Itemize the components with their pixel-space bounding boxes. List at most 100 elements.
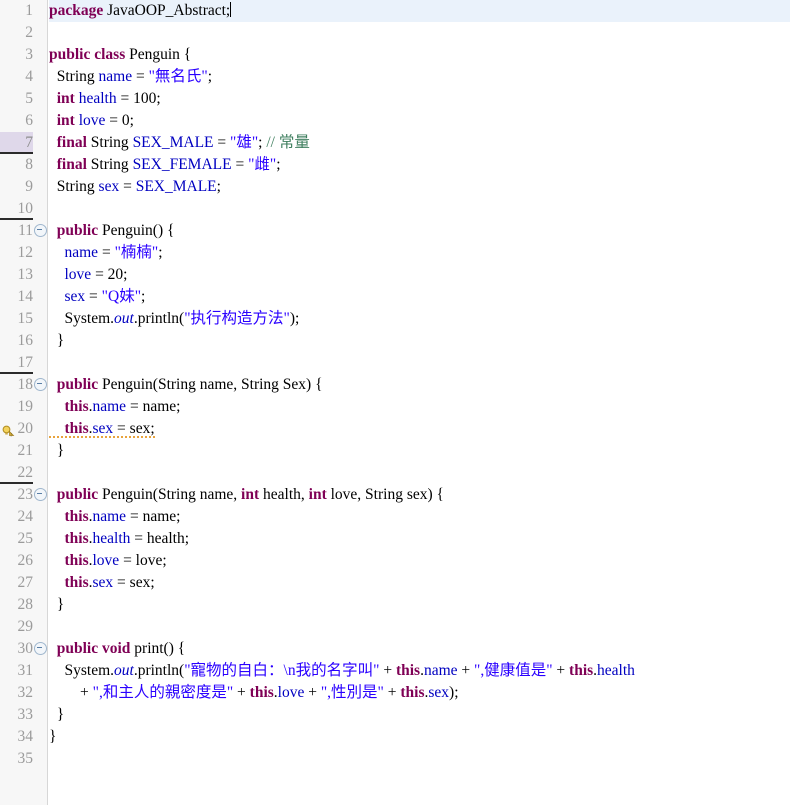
line-number[interactable]: 26: [0, 550, 34, 572]
code-text[interactable]: this.love = love;: [49, 550, 790, 572]
code-text[interactable]: package JavaOOP_Abstract;: [49, 0, 790, 22]
code-text[interactable]: System.out.println("寵物的自白：\n我的名字叫" + thi…: [49, 660, 790, 682]
code-line[interactable]: 16 }: [0, 330, 790, 352]
code-line[interactable]: 6 int love = 0;: [0, 110, 790, 132]
code-line[interactable]: 17: [0, 352, 790, 374]
line-number[interactable]: 10: [0, 198, 33, 220]
line-number[interactable]: 35: [0, 748, 34, 770]
code-text[interactable]: public class Penguin {: [49, 44, 790, 66]
code-line[interactable]: 10: [0, 198, 790, 220]
fold-minus-icon[interactable]: [34, 378, 47, 391]
code-line[interactable]: 32 + ",和主人的親密度是" + this.love + ",性別是" + …: [0, 682, 790, 704]
code-line[interactable]: 29: [0, 616, 790, 638]
line-number[interactable]: 3: [0, 44, 33, 66]
line-number[interactable]: 9: [0, 176, 33, 198]
code-text[interactable]: System.out.println("执行构造方法");: [49, 308, 790, 330]
line-number[interactable]: 16: [0, 330, 34, 352]
code-text[interactable]: }: [49, 440, 790, 462]
code-text[interactable]: this.health = health;: [49, 528, 790, 550]
line-number[interactable]: 24: [0, 506, 34, 528]
code-line[interactable]: 11 public Penguin() {: [0, 220, 790, 242]
fold-collapse-icon[interactable]: [34, 224, 47, 237]
line-number[interactable]: 11: [0, 220, 33, 242]
code-text[interactable]: int love = 0;: [49, 110, 790, 132]
code-text[interactable]: name = "楠楠";: [49, 242, 790, 264]
code-line[interactable]: 22: [0, 462, 790, 484]
code-line[interactable]: 3 public class Penguin {: [0, 44, 790, 66]
code-line[interactable]: 1 package JavaOOP_Abstract;: [0, 0, 790, 22]
line-number[interactable]: 23: [0, 484, 34, 506]
code-line[interactable]: 19 this.name = name;: [0, 396, 790, 418]
code-text[interactable]: + ",和主人的親密度是" + this.love + ",性別是" + thi…: [49, 682, 790, 704]
line-number[interactable]: 8: [0, 154, 33, 176]
line-number[interactable]: 32: [0, 682, 34, 704]
code-line[interactable]: 24 this.name = name;: [0, 506, 790, 528]
line-number[interactable]: 18: [0, 374, 34, 396]
code-text[interactable]: public Penguin(String name, String Sex) …: [49, 374, 790, 396]
code-line[interactable]: 15 System.out.println("执行构造方法");: [0, 308, 790, 330]
line-number[interactable]: 6: [0, 110, 33, 132]
fold-collapse-icon[interactable]: [34, 642, 47, 655]
code-line[interactable]: 31 System.out.println("寵物的自白：\n我的名字叫" + …: [0, 660, 790, 682]
code-line[interactable]: 5 int health = 100;: [0, 88, 790, 110]
line-number[interactable]: 31: [0, 660, 34, 682]
code-line[interactable]: 9 String sex = SEX_MALE;: [0, 176, 790, 198]
line-number[interactable]: 21: [0, 440, 34, 462]
code-line[interactable]: 14 sex = "Q妹";: [0, 286, 790, 308]
line-number[interactable]: 7: [0, 132, 33, 154]
code-text[interactable]: sex = "Q妹";: [49, 286, 790, 308]
code-line[interactable]: 2: [0, 22, 790, 44]
line-number[interactable]: 13: [0, 264, 34, 286]
code-line[interactable]: 21 }: [0, 440, 790, 462]
code-text[interactable]: public Penguin() {: [49, 220, 790, 242]
code-text[interactable]: love = 20;: [49, 264, 790, 286]
line-number[interactable]: 14: [0, 286, 34, 308]
code-line[interactable]: 8 final String SEX_FEMALE = "雌";: [0, 154, 790, 176]
code-text[interactable]: String name = "無名氏";: [49, 66, 790, 88]
code-text[interactable]: }: [49, 726, 790, 748]
code-line[interactable]: 12 name = "楠楠";: [0, 242, 790, 264]
line-number[interactable]: 25: [0, 528, 34, 550]
code-text[interactable]: final String SEX_MALE = "雄"; // 常量: [49, 132, 790, 154]
line-number[interactable]: 5: [0, 88, 33, 110]
fold-minus-icon[interactable]: [34, 642, 47, 655]
code-line[interactable]: 28 }: [0, 594, 790, 616]
code-text[interactable]: public void print() {: [49, 638, 790, 660]
code-line[interactable]: 27 this.sex = sex;: [0, 572, 790, 594]
code-text[interactable]: this.sex = sex;: [49, 418, 790, 440]
line-number[interactable]: 29: [0, 616, 34, 638]
code-text[interactable]: public Penguin(String name, int health, …: [49, 484, 790, 506]
code-line[interactable]: 20! this.sex = sex;: [0, 418, 790, 440]
code-line[interactable]: 33 }: [0, 704, 790, 726]
code-line[interactable]: 30 public void print() {: [0, 638, 790, 660]
warning-bulb-icon[interactable]: !: [2, 423, 15, 438]
line-number[interactable]: 30: [0, 638, 34, 660]
code-line[interactable]: 18 public Penguin(String name, String Se…: [0, 374, 790, 396]
code-text[interactable]: this.name = name;: [49, 396, 790, 418]
line-number[interactable]: 15: [0, 308, 34, 330]
line-number[interactable]: 22: [0, 462, 33, 484]
line-number[interactable]: 17: [0, 352, 33, 374]
line-number[interactable]: 33: [0, 704, 34, 726]
line-number[interactable]: 2: [0, 22, 33, 44]
code-text[interactable]: }: [49, 330, 790, 352]
code-line[interactable]: 35: [0, 748, 790, 770]
code-editor[interactable]: 1 package JavaOOP_Abstract; 2 3 public class…: [0, 0, 790, 805]
fold-collapse-icon[interactable]: [34, 488, 47, 501]
code-line[interactable]: 4 String name = "無名氏";: [0, 66, 790, 88]
code-line[interactable]: 13 love = 20;: [0, 264, 790, 286]
line-number[interactable]: 1: [0, 0, 33, 22]
code-text[interactable]: String sex = SEX_MALE;: [49, 176, 790, 198]
line-number[interactable]: 34: [0, 726, 34, 748]
line-number[interactable]: 19: [0, 396, 34, 418]
code-line[interactable]: 7 final String SEX_MALE = "雄"; // 常量: [0, 132, 790, 154]
code-text[interactable]: }: [49, 704, 790, 726]
code-line[interactable]: 26 this.love = love;: [0, 550, 790, 572]
code-line[interactable]: 25 this.health = health;: [0, 528, 790, 550]
fold-minus-icon[interactable]: [34, 488, 47, 501]
line-number[interactable]: 4: [0, 66, 33, 88]
code-text[interactable]: final String SEX_FEMALE = "雌";: [49, 154, 790, 176]
code-line[interactable]: 23 public Penguin(String name, int healt…: [0, 484, 790, 506]
code-text[interactable]: }: [49, 594, 790, 616]
fold-collapse-icon[interactable]: [34, 378, 47, 391]
